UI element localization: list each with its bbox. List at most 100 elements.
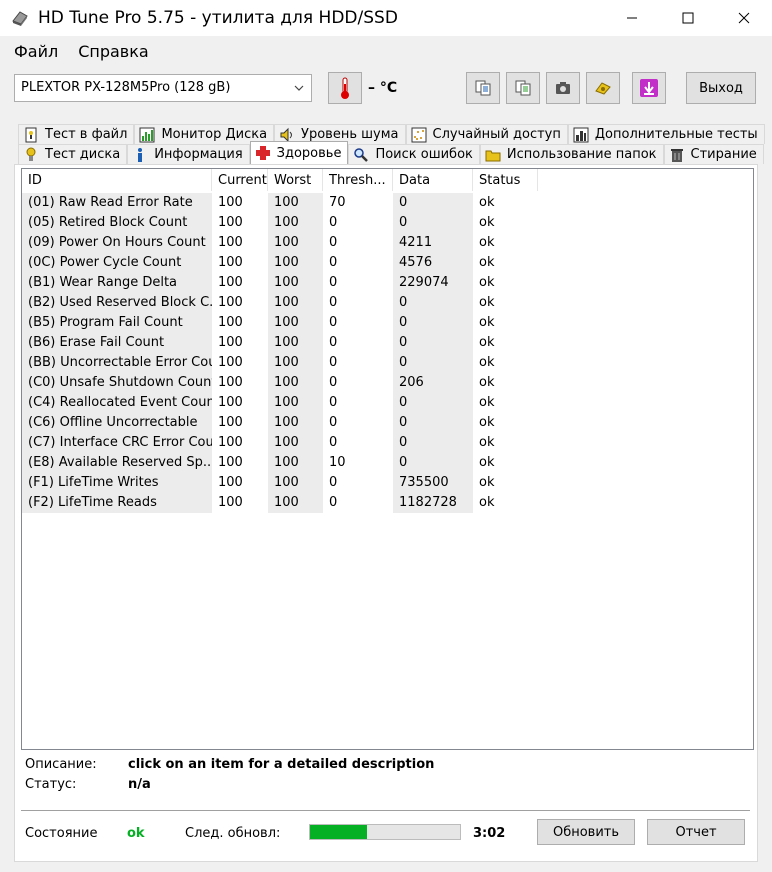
copy-text-button[interactable] — [506, 72, 540, 104]
tab-label: Уровень шума — [301, 127, 399, 142]
tab-file-benchmark[interactable]: Тест в файл — [18, 124, 135, 144]
cell-status: ok — [479, 215, 495, 230]
menu-help[interactable]: Справка — [70, 40, 157, 63]
cell-id: (B1) Wear Range Delta — [22, 273, 212, 293]
table-row[interactable]: (0C) Power Cycle Count 100 100 0 4576 ok — [22, 253, 538, 273]
column-header-status[interactable]: Status — [473, 169, 538, 191]
table-row[interactable]: (C0) Unsafe Shutdown Count 100 100 0 206 ok — [22, 373, 538, 393]
cell-worst: 100 — [268, 493, 323, 513]
temperature-button[interactable] — [328, 72, 362, 104]
exit-button[interactable]: Выход — [686, 72, 756, 104]
options-button[interactable] — [586, 72, 620, 104]
table-row[interactable]: (BB) Uncorrectable Error Cou... 100 100 0 0 o… — [22, 353, 538, 373]
cell-threshold: 0 — [329, 395, 338, 410]
tab-random-access[interactable]: Случайный доступ — [405, 124, 568, 144]
cell-id: (0C) Power Cycle Count — [22, 253, 212, 273]
table-row[interactable]: (F2) LifeTime Reads 100 100 0 1182728 ok — [22, 493, 538, 513]
refresh-button[interactable]: Обновить — [537, 819, 635, 845]
cell-worst: 100 — [268, 273, 323, 293]
table-row[interactable]: (F1) LifeTime Writes 100 100 0 735500 ok — [22, 473, 538, 493]
maximize-button[interactable] — [660, 0, 716, 36]
tab-label: Использование папок — [506, 147, 657, 162]
cell-status: ok — [479, 375, 495, 390]
screenshot-button[interactable] — [546, 72, 580, 104]
smart-table[interactable]: ID Current Worst Thresh... Data Status (… — [21, 168, 754, 750]
cell-current: 100 — [218, 415, 243, 430]
column-header-threshold[interactable]: Thresh... — [323, 169, 393, 191]
tab-error-scan[interactable]: Поиск ошибок — [348, 144, 480, 164]
cell-worst: 100 — [268, 313, 323, 333]
cell-data: 4576 — [393, 253, 473, 273]
cell-threshold: 0 — [329, 495, 338, 510]
cell-current: 100 — [218, 475, 243, 490]
chevron-down-icon — [294, 85, 304, 91]
state-label: Состояние — [25, 826, 98, 841]
cell-threshold: 0 — [329, 435, 338, 450]
cell-current: 100 — [218, 455, 243, 470]
window-title: HD Tune Pro 5.75 - утилита для HDD/SSD — [38, 8, 398, 28]
tab-erase[interactable]: Стирание — [663, 144, 764, 164]
cell-data: 0 — [393, 333, 473, 353]
menu-help-label: Справка — [78, 41, 149, 61]
minimize-icon — [627, 17, 637, 19]
table-row[interactable]: (E8) Available Reserved Sp... 100 100 10 0 ok — [22, 453, 538, 473]
column-header-data[interactable]: Data — [393, 169, 473, 191]
table-row[interactable]: (B5) Program Fail Count 100 100 0 0 ok — [22, 313, 538, 333]
toolbar: PLEXTOR PX-128M5Pro (128 gB) – °C Выход — [0, 66, 772, 116]
table-row[interactable]: (09) Power On Hours Count 100 100 0 4211 ok — [22, 233, 538, 253]
cell-current: 100 — [218, 435, 243, 450]
cell-data: 4211 — [393, 233, 473, 253]
cell-current: 100 — [218, 255, 243, 270]
table-row[interactable]: (C7) Interface CRC Error Count 100 100 0 0 ok — [22, 433, 538, 453]
cell-data: 0 — [393, 393, 473, 413]
info-icon — [132, 147, 148, 163]
cell-data: 0 — [393, 413, 473, 433]
cell-id: (B6) Erase Fail Count — [22, 333, 212, 353]
footer: Состояние ok След. обновл: 3:02 Обновить… — [15, 815, 759, 859]
cell-status: ok — [479, 455, 495, 470]
table-row[interactable]: (C4) Reallocated Event Count 100 100 0 0 ok — [22, 393, 538, 413]
tab-info[interactable]: Информация — [127, 144, 250, 164]
minimize-button[interactable] — [604, 0, 660, 36]
menu-file[interactable]: Файл — [6, 40, 66, 63]
save-button[interactable] — [632, 72, 666, 104]
trash-icon — [669, 147, 685, 163]
tab-folder-usage[interactable]: Использование папок — [479, 144, 664, 164]
cell-status: ok — [479, 195, 495, 210]
cell-data: 0 — [393, 293, 473, 313]
column-header-id[interactable]: ID — [22, 169, 212, 191]
column-header-worst[interactable]: Worst — [268, 169, 323, 191]
camera-icon — [556, 82, 570, 94]
table-row[interactable]: (B6) Erase Fail Count 100 100 0 0 ok — [22, 333, 538, 353]
cell-threshold: 0 — [329, 335, 338, 350]
cell-data: 206 — [393, 373, 473, 393]
app-disk-icon — [12, 11, 28, 26]
column-header-current[interactable]: Current — [212, 169, 268, 191]
temperature-value: – °C — [368, 80, 398, 96]
cell-data: 0 — [393, 193, 473, 213]
copy-info-button[interactable] — [466, 72, 500, 104]
table-row[interactable]: (05) Retired Block Count 100 100 0 0 ok — [22, 213, 538, 233]
table-row[interactable]: (B1) Wear Range Delta 100 100 0 229074 ok — [22, 273, 538, 293]
report-button[interactable]: Отчет — [647, 819, 745, 845]
table-row[interactable]: (B2) Used Reserved Block C... 100 100 0 0 ok — [22, 293, 538, 313]
menu-file-label: Файл — [14, 41, 59, 61]
description-value: click on an item for a detailed descript… — [128, 757, 435, 772]
drive-select[interactable]: PLEXTOR PX-128M5Pro (128 gB) — [14, 74, 312, 102]
table-row[interactable]: (C6) Offline Uncorrectable 100 100 0 0 ok — [22, 413, 538, 433]
cell-data: 0 — [393, 313, 473, 333]
tab-extra-tests[interactable]: Дополнительные тесты — [567, 124, 765, 144]
tab-benchmark[interactable]: Тест диска — [18, 144, 128, 164]
cell-id: (01) Raw Read Error Rate — [22, 193, 212, 213]
tab-health[interactable]: Здоровье — [249, 141, 349, 164]
close-button[interactable] — [716, 0, 772, 36]
cell-status: ok — [479, 255, 495, 270]
cell-data: 229074 — [393, 273, 473, 293]
download-arrow-icon — [640, 79, 658, 97]
table-row[interactable]: (01) Raw Read Error Rate 100 100 70 0 ok — [22, 193, 538, 213]
cell-status: ok — [479, 235, 495, 250]
cell-threshold: 0 — [329, 355, 338, 370]
cell-worst: 100 — [268, 393, 323, 413]
cell-id: (E8) Available Reserved Sp... — [22, 453, 212, 473]
tabs-row-top: Тест в файл Монитор Диска Уровень шума С… — [18, 124, 765, 144]
